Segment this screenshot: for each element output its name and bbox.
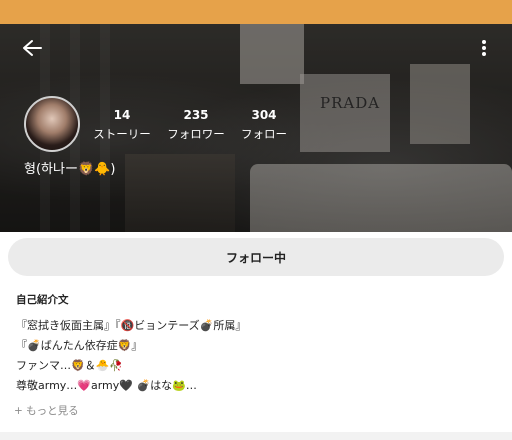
- stat-stories-count: 14: [113, 108, 131, 122]
- stat-followers-label: フォロワー: [167, 127, 225, 141]
- more-vertical-icon: [482, 40, 486, 56]
- stat-stories[interactable]: 14 ストーリー: [90, 108, 154, 142]
- back-button[interactable]: [20, 38, 44, 58]
- more-options-button[interactable]: [474, 38, 494, 58]
- bio-text: 『窓拭き仮面主属』『🔞ビョンテーズ💣所属』 『💣ばんたん依存症🦁』 ファンマ…🦁…: [16, 316, 496, 396]
- stat-following-count: 304: [251, 108, 277, 122]
- profile-username: 형(하나ー🦁🐥): [24, 162, 116, 177]
- bottom-divider: [0, 432, 512, 440]
- status-strip: [0, 0, 512, 24]
- bio-line: 『💣ばんたん依存症🦁』: [16, 339, 143, 352]
- bio-line: 尊敬army…💗army🖤 💣はな🐸…: [16, 379, 197, 392]
- stat-stories-label: ストーリー: [93, 127, 151, 141]
- stat-following-label: フォロー: [241, 127, 287, 141]
- see-more-link[interactable]: + もっと見る: [14, 403, 79, 418]
- following-button[interactable]: フォロー中: [8, 238, 504, 276]
- stat-following[interactable]: 304 フォロー: [236, 108, 292, 142]
- stat-followers-count: 235: [183, 108, 209, 122]
- bio-line: ファンマ…🦁＆🐣🥀: [16, 359, 124, 372]
- stat-followers[interactable]: 235 フォロワー: [164, 108, 228, 142]
- avatar[interactable]: [24, 96, 80, 152]
- arrow-left-icon: [23, 40, 42, 56]
- bio-line: 『窓拭き仮面主属』『🔞ビョンテーズ💣所属』: [16, 319, 247, 332]
- bio-title: 自己紹介文: [16, 294, 69, 306]
